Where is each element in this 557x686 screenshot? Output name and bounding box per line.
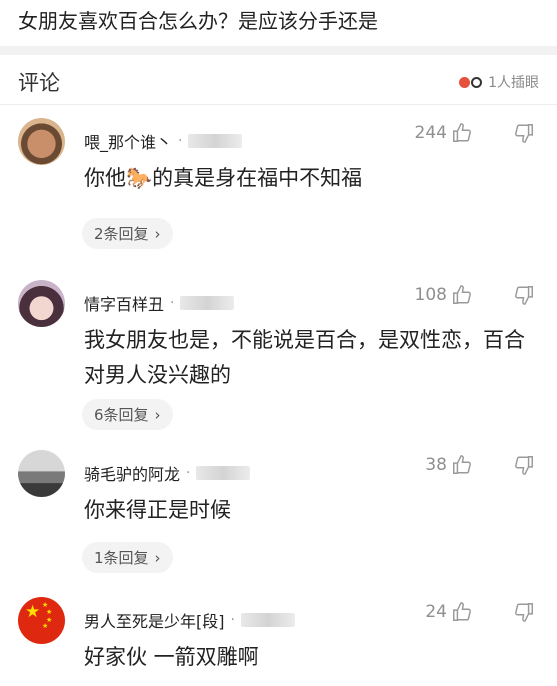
replies-count: 1条回复	[94, 549, 149, 567]
avatar[interactable]	[18, 450, 65, 497]
thumb-down-icon[interactable]	[513, 454, 535, 476]
username-text: 骑毛驴的阿龙	[84, 465, 181, 484]
star-icon: ★	[42, 622, 49, 630]
chevron-right-icon: ›	[154, 548, 161, 567]
replies-button[interactable]: 1条回复 ›	[82, 542, 173, 573]
like-count: 244	[414, 123, 447, 143]
separator-dot: ·	[230, 612, 235, 628]
comment-text: 我女朋友也是，不能说是百合，是双性恋，百合对男人没兴趣的	[84, 328, 525, 387]
comment-item: 喂_那个谁丶 · 244 你他🐎的真是身在福中不知福 2条回复 ›	[0, 105, 557, 267]
comment-username[interactable]: 喂_那个谁丶 ·	[84, 129, 243, 153]
replies-button[interactable]: 6条回复 ›	[82, 399, 173, 430]
comment-text: 你来得正是时候	[84, 498, 231, 522]
thumb-down-icon[interactable]	[513, 122, 535, 144]
star-icon: ★	[46, 608, 53, 616]
separator-dot: ·	[170, 295, 175, 311]
comment-item: 情字百样丑 · 108 我女朋友也是，不能说是百合，是双性恋，百合对男人没兴趣的…	[0, 267, 557, 437]
like-count: 38	[425, 455, 447, 475]
comment-username[interactable]: 情字百样丑 ·	[84, 291, 235, 315]
comment-actions: 108	[415, 284, 535, 306]
thumb-up-icon	[453, 455, 471, 474]
avatar[interactable]: ★ ★ ★ ★ ★	[18, 597, 65, 644]
comment-actions: 244	[415, 122, 535, 144]
replies-button[interactable]: 2条回复 ›	[82, 218, 173, 249]
like-button[interactable]: 24	[425, 601, 473, 623]
replies-count: 6条回复	[94, 406, 149, 424]
replies-count: 2条回复	[94, 225, 149, 243]
redacted-info	[196, 466, 251, 480]
separator-dot: ·	[178, 133, 183, 149]
comment-username[interactable]: 男人至死是少年[段] ·	[84, 608, 295, 632]
like-button[interactable]: 108	[415, 284, 473, 306]
comment-text: 好家伙 一箭双雕啊	[84, 645, 259, 669]
eyes-icon	[459, 76, 483, 88]
comment-item: 骑毛驴的阿龙 · 38 你来得正是时候 1条回复 ›	[0, 437, 557, 584]
thumb-down-icon[interactable]	[513, 284, 535, 306]
thumb-up-icon	[453, 123, 471, 142]
comment-item: ★ ★ ★ ★ ★ 男人至死是少年[段] · 24 好家伙 一箭双雕啊	[0, 584, 557, 684]
like-count: 24	[425, 602, 447, 622]
thumb-up-icon	[453, 285, 471, 304]
username-text: 男人至死是少年[段]	[84, 612, 225, 631]
username-text: 喂_那个谁丶	[84, 133, 173, 152]
comment-username[interactable]: 骑毛驴的阿龙 ·	[84, 461, 251, 485]
eye-reaction-button[interactable]: 1人插眼	[459, 72, 539, 92]
comments-title: 评论	[18, 71, 60, 95]
like-count: 108	[414, 285, 447, 305]
thumb-down-icon[interactable]	[513, 601, 535, 623]
avatar[interactable]	[18, 280, 65, 327]
section-divider	[0, 46, 557, 55]
chevron-right-icon: ›	[154, 224, 161, 243]
comment-actions: 24	[425, 601, 535, 623]
redacted-info	[188, 134, 243, 148]
comment-actions: 38	[425, 454, 535, 476]
chevron-right-icon: ›	[154, 405, 161, 424]
redacted-info	[180, 296, 235, 310]
star-icon: ★	[25, 602, 41, 622]
redacted-info	[240, 613, 295, 627]
article-title-bar[interactable]: 女朋友喜欢百合怎么办？是应该分手还是	[0, 0, 557, 46]
separator-dot: ·	[186, 465, 191, 481]
comments-header: 评论 1人插眼	[0, 55, 557, 105]
reaction-count: 1人插眼	[488, 75, 539, 91]
like-button[interactable]: 38	[425, 454, 473, 476]
thumb-up-icon	[453, 602, 471, 621]
username-text: 情字百样丑	[84, 295, 165, 314]
comment-text: 你他🐎的真是身在福中不知福	[84, 166, 363, 190]
avatar[interactable]	[18, 118, 65, 165]
article-title: 女朋友喜欢百合怎么办？是应该分手还是	[18, 9, 378, 33]
like-button[interactable]: 244	[415, 122, 473, 144]
